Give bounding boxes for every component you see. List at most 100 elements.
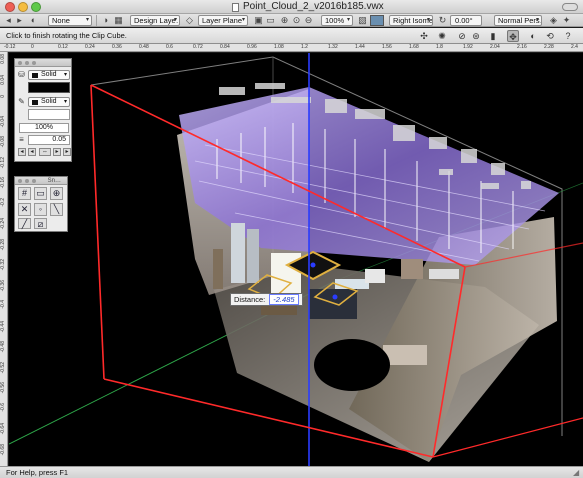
- opacity-field[interactable]: 100%: [19, 123, 69, 133]
- ruler-tick-label: 0.08: [0, 54, 6, 64]
- toolbar-toggle-button[interactable]: [562, 3, 578, 11]
- ruler-tick-label: -0.36: [0, 279, 6, 291]
- point-cloud-viewport[interactable]: [9, 53, 583, 466]
- view-dropdown[interactable]: Right Isome…▾: [389, 15, 433, 26]
- ruler-tick-label: 2.16: [517, 44, 527, 50]
- snap-angle-icon[interactable]: ⊕: [50, 187, 63, 200]
- page-icon[interactable]: ▭: [265, 15, 276, 26]
- ruler-tick-label: -0.64: [0, 423, 6, 435]
- mode-bar: Click to finish rotating the Clip Cube. …: [0, 28, 583, 44]
- palette-zoom-button[interactable]: [32, 179, 36, 183]
- working-plane-icon[interactable]: ⊛: [470, 30, 482, 42]
- ruler-tick-label: -0.56: [0, 382, 6, 394]
- snapping-palette[interactable]: Sn… # ▭ ⊕ ✕ ◦ ╲ ╱ ⧄: [14, 176, 68, 232]
- horizontal-ruler[interactable]: -0.12 0 0.12 0.24 0.36 0.48 0.6 0.72 0.84 0.96 1.0…: [0, 44, 583, 52]
- render-mode-icon[interactable]: ▧: [357, 15, 368, 26]
- status-bar: For Help, press F1 ◢: [0, 466, 583, 478]
- ruler-tick-label: -0.2: [0, 197, 6, 207]
- pen-color-swatch[interactable]: [28, 109, 70, 120]
- flyover-mode-icon[interactable]: ✥: [507, 30, 519, 42]
- palette-title-bar[interactable]: [15, 59, 71, 67]
- title-bar[interactable]: Point_Cloud_2_v2016b185.vwx: [0, 0, 583, 14]
- projection-dropdown[interactable]: Normal Pers…▾: [494, 15, 542, 26]
- ruler-tick-label: 0: [0, 95, 6, 98]
- ruler-tick-label: 0.6: [166, 44, 173, 50]
- back-arrow-icon[interactable]: ◂: [3, 15, 14, 26]
- clip-cube-icon[interactable]: ▮: [487, 30, 499, 42]
- snap-intersection-icon[interactable]: ✕: [18, 203, 31, 216]
- snap-grid-icon[interactable]: #: [18, 187, 31, 200]
- chevron-down-icon: ▾: [346, 17, 350, 23]
- zoom-fit-icon[interactable]: ⊕: [279, 15, 290, 26]
- ruler-tick-label: -0.6: [0, 402, 6, 412]
- rotate-icon[interactable]: ↻: [437, 15, 448, 26]
- chevron-down-icon: ▾: [173, 17, 177, 23]
- palette-close-button[interactable]: [18, 61, 22, 65]
- fill-swatch: [32, 73, 38, 78]
- minimize-window-button[interactable]: [18, 2, 28, 12]
- distance-value-field[interactable]: -2.485: [269, 294, 299, 305]
- ruler-tick-label: -0.24: [0, 218, 6, 230]
- close-window-button[interactable]: [5, 2, 15, 12]
- chevron-down-icon: ▾: [85, 17, 89, 23]
- walkthrough-icon[interactable]: ✣: [418, 30, 430, 42]
- line-weight-field[interactable]: 0.05: [28, 135, 70, 145]
- marker-end-arrow-icon[interactable]: ▸: [53, 148, 61, 156]
- ruler-tick-label: 0.96: [247, 44, 257, 50]
- render-toggle-icon[interactable]: ◐: [527, 30, 539, 42]
- palette-title-bar[interactable]: Sn…: [15, 177, 67, 185]
- view-bar: ◂ ▸ ◐ None ▾ ◑ ▦ Design Laye… ▾ ◇ Layer Pl…: [0, 14, 583, 27]
- zoom-icon[interactable]: ⊙: [291, 15, 302, 26]
- drawing-canvas[interactable]: Distance: -2.485 ⛁ Solid ▾ ✎ Solid ▾ 100% ≡…: [9, 53, 583, 466]
- vertical-ruler[interactable]: 0.08 0.04 0 -0.04 -0.08 -0.12 -0.16 -0.2 -0.24 -0…: [0, 52, 8, 466]
- marker-start-arrow-icon[interactable]: ◂: [28, 148, 36, 156]
- fill-style-value: Solid: [41, 71, 57, 78]
- floor-void: [314, 339, 390, 391]
- plane-icon[interactable]: ◇: [184, 15, 195, 26]
- reset-view-icon[interactable]: ⟲: [544, 30, 556, 42]
- pen-style-dropdown[interactable]: Solid ▾: [28, 97, 70, 107]
- design-layer-dropdown[interactable]: Design Laye… ▾: [130, 15, 180, 26]
- snap-settings-icon[interactable]: ✺: [436, 30, 448, 42]
- distance-label: Distance:: [234, 295, 266, 304]
- ruler-tick-label: -0.12: [4, 44, 16, 50]
- class-visibility-icon[interactable]: ◐: [28, 15, 39, 26]
- layer-visibility-icon[interactable]: ◑: [100, 15, 111, 26]
- lighting-icon[interactable]: [370, 15, 384, 26]
- fill-style-dropdown[interactable]: Solid ▾: [28, 70, 70, 80]
- ruler-tick-label: 1.32: [328, 44, 338, 50]
- active-class-dropdown[interactable]: None ▾: [48, 15, 92, 26]
- view-settings-icon[interactable]: ◈: [548, 15, 559, 26]
- layer-options-icon[interactable]: ▦: [113, 15, 124, 26]
- marker-end-button[interactable]: ▸: [63, 148, 71, 156]
- resize-grip-icon[interactable]: ◢: [573, 469, 581, 477]
- ruler-tick-label: -0.04: [0, 115, 6, 127]
- rotation-field[interactable]: 0.00°: [450, 15, 482, 26]
- palette-zoom-button[interactable]: [32, 61, 36, 65]
- palette-collapse-button[interactable]: [25, 179, 29, 183]
- saved-views-icon[interactable]: ▣: [253, 15, 264, 26]
- forward-arrow-icon[interactable]: ▸: [14, 15, 25, 26]
- snap-working-plane-icon[interactable]: ⧄: [34, 218, 47, 229]
- fill-color-swatch[interactable]: [28, 82, 70, 93]
- snap-distance-icon[interactable]: ◦: [34, 203, 47, 216]
- flyover-icon[interactable]: ✦: [561, 15, 572, 26]
- palette-close-button[interactable]: [18, 179, 22, 183]
- line-marker-icon[interactable]: ⇔: [39, 148, 51, 156]
- status-text: For Help, press F1: [6, 468, 69, 477]
- snap-object-icon[interactable]: ▭: [34, 187, 47, 200]
- ruler-tick-label: 0.36: [112, 44, 122, 50]
- chevron-down-icon: ▾: [535, 17, 539, 23]
- zoom-out-icon[interactable]: ⊖: [303, 15, 314, 26]
- snap-edge-icon[interactable]: ╱: [18, 218, 31, 229]
- palette-collapse-button[interactable]: [25, 61, 29, 65]
- zoom-window-button[interactable]: [31, 2, 41, 12]
- layer-plane-dropdown[interactable]: Layer Plane ▾: [198, 15, 248, 26]
- palette-title: Sn…: [47, 178, 61, 184]
- snap-tangent-icon[interactable]: ╲: [50, 203, 63, 216]
- attributes-palette[interactable]: ⛁ Solid ▾ ✎ Solid ▾ 100% ≡ 0.05 ◂ ◂ ⇔ ▸ ▸: [14, 58, 72, 162]
- help-icon[interactable]: ?: [562, 30, 574, 42]
- marker-start-button[interactable]: ◂: [18, 148, 26, 156]
- zoom-dropdown[interactable]: 100% ▾: [321, 15, 353, 26]
- plane-mode-icon[interactable]: ⊘: [456, 30, 468, 42]
